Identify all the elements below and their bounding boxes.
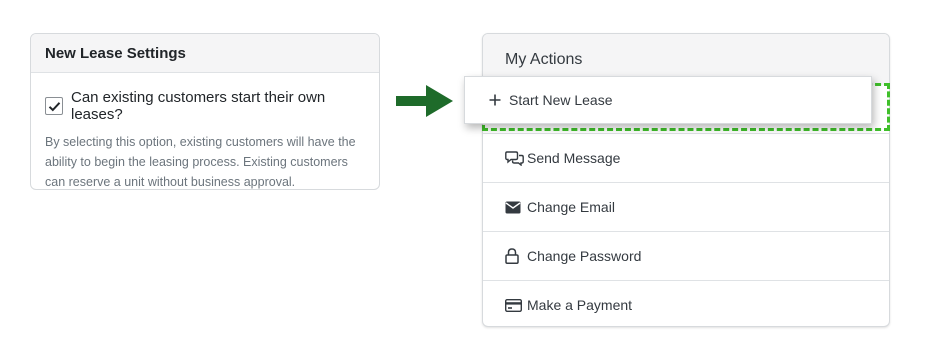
lock-icon: [505, 247, 525, 265]
existing-customers-leases-option[interactable]: Can existing customers start their own l…: [45, 89, 365, 123]
make-payment-label[interactable]: Make a Payment: [527, 297, 632, 313]
send-message-label[interactable]: Send Message: [527, 150, 620, 166]
new-lease-settings-card: New Lease Settings Can existing customer…: [30, 33, 380, 190]
checkmark-icon: [48, 101, 60, 111]
change-email-button[interactable]: Change Email: [483, 182, 889, 231]
send-message-button[interactable]: Send Message: [483, 133, 889, 182]
plus-icon: [489, 94, 509, 106]
settings-card-body: Can existing customers start their own l…: [31, 73, 379, 189]
envelope-icon: [505, 198, 525, 216]
option-help-text: By selecting this option, existing custo…: [45, 135, 356, 189]
arrow-right-icon: [396, 85, 453, 117]
change-password-button[interactable]: Change Password: [483, 231, 889, 280]
credit-card-icon: [505, 296, 525, 314]
action-list: Send Message Change Email Change Passwor…: [483, 133, 889, 326]
existing-customers-checkbox[interactable]: [45, 97, 63, 115]
start-new-lease-label[interactable]: Start New Lease: [509, 92, 613, 108]
start-new-lease-button[interactable]: Start New Lease: [464, 76, 872, 124]
make-payment-button[interactable]: Make a Payment: [483, 280, 889, 326]
settings-card-header: New Lease Settings: [31, 34, 379, 73]
change-password-label[interactable]: Change Password: [527, 248, 641, 264]
actions-title: My Actions: [505, 50, 583, 68]
change-email-label[interactable]: Change Email: [527, 199, 615, 215]
settings-title: New Lease Settings: [45, 44, 186, 62]
checkbox-label[interactable]: Can existing customers start their own l…: [71, 89, 365, 123]
chat-bubbles-icon: [505, 149, 525, 167]
